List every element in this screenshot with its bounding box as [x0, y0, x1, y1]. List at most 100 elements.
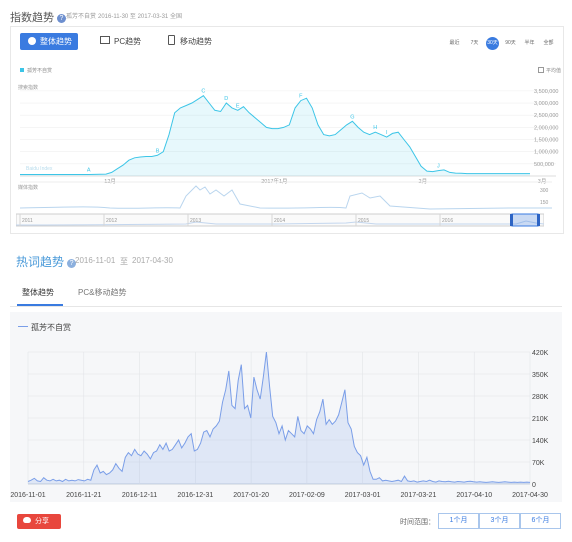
index-chart-svg: 搜索指数 500,000 1,000,000 1,500,000 2,000,000 2…: [18, 84, 558, 210]
hot-xtick-label: 2016-12-31: [177, 492, 213, 499]
mobile-icon: [168, 35, 175, 45]
hot-ytick-label: 350K: [532, 372, 549, 379]
share-button[interactable]: 分享: [17, 514, 61, 529]
hot-legend[interactable]: 孤芳不自赏: [18, 322, 71, 333]
annotation-marker: I: [386, 130, 388, 136]
hot-ytick-label: 140K: [532, 438, 549, 445]
hot-xtick-label: 2017-03-21: [401, 492, 437, 499]
hot-xtick-label: 2017-04-30: [512, 492, 548, 499]
index-ytick-label: 2,000,000: [534, 125, 558, 131]
hot-xtick-label: 2017-01-20: [233, 492, 269, 499]
series-legend[interactable]: 孤芳不自赏: [20, 67, 52, 74]
weibo-icon: [23, 517, 31, 523]
index-chart-ylabel: 搜索指数: [18, 84, 38, 91]
hot-ytick-label: 0: [532, 482, 536, 489]
range-half-year-button[interactable]: 半年: [523, 37, 536, 50]
index-ytick-label: 3,000,000: [534, 101, 558, 107]
hot-xtick-label: 2016-11-01: [10, 492, 45, 499]
timeline-year-label: 2013: [190, 218, 201, 224]
hot-x-ticks: 2016-11-01 2016-11-21 2016-12-11 2016-12-31…: [10, 492, 548, 499]
timeline-selection-window: [511, 213, 539, 227]
media-ytick-300: 300: [540, 188, 549, 194]
share-label: 分享: [35, 518, 49, 525]
hot-xtick-label: 2016-12-11: [122, 492, 157, 499]
range-6-month-button[interactable]: 6个月: [520, 513, 561, 529]
date-range-label: 2016-11-30 至 2017-03-31: [98, 14, 169, 20]
index-y-ticks: 500,000 1,000,000 1,500,000 2,000,000 2,500,…: [534, 89, 558, 168]
timeline-year-label: 2014: [274, 218, 285, 224]
index-ytick-label: 1,000,000: [534, 150, 558, 156]
hot-chart-svg: 070K140K210K280K350K420K 2016-11-01 2016-…: [10, 350, 549, 499]
time-range-label: 时间范围：: [400, 519, 435, 526]
range-3-month-button[interactable]: 3个月: [479, 513, 520, 529]
index-trend-title: 指数趋势?: [10, 9, 66, 25]
tab-pc-trend-label: PC趋势: [114, 37, 142, 46]
hot-y-ticks: 0 70K 140K 210K 280K 350K 420K: [532, 350, 549, 489]
tab-overall-trend-label: 整体趋势: [40, 37, 72, 46]
help-icon[interactable]: ?: [57, 14, 66, 23]
tab-mobile-trend-label: 移动趋势: [180, 37, 212, 46]
average-checkbox[interactable]: [538, 67, 544, 73]
legend-series-label: 孤芳不自赏: [27, 68, 53, 74]
overview-timeline[interactable]: 2011 2012 2013 2014 2015 2016: [16, 212, 544, 228]
timeline-left-handle: [510, 214, 513, 226]
index-ytick-label: 500,000: [534, 162, 554, 168]
timeline-year-label: 2012: [106, 218, 117, 224]
legend-line-icon: [18, 326, 28, 327]
annotation-marker: J: [437, 164, 440, 170]
keyword-label: 孤芳不自赏: [66, 14, 97, 20]
range-90d-button[interactable]: 90天: [504, 37, 517, 50]
hot-ytick-label: 210K: [532, 416, 549, 423]
average-toggle[interactable]: 平均值: [538, 67, 561, 74]
range-1-month-button[interactable]: 1个月: [438, 513, 479, 529]
index-xtick-label: 2017年1月: [261, 177, 287, 185]
annotation-marker: G: [350, 114, 354, 120]
range-all-button[interactable]: 全部: [542, 37, 555, 50]
annotation-marker: H: [373, 125, 377, 131]
timeline-right-handle: [537, 214, 540, 226]
annotation-marker: E: [236, 103, 240, 109]
annotation-marker: B: [156, 148, 160, 154]
tab-overall-trend[interactable]: 整体趋势: [20, 33, 78, 50]
legend-swatch: [20, 68, 24, 72]
index-trend-title-text: 指数趋势: [10, 12, 54, 24]
baidu-watermark: Baidu Index: [26, 166, 53, 172]
hot-xtick-label: 2016-11-21: [66, 492, 101, 499]
hot-ytick-label: 280K: [532, 394, 549, 401]
hot-xtick-label: 2017-03-01: [345, 492, 381, 499]
range-30d-button[interactable]: 30天: [486, 37, 499, 50]
hot-xtick-label: 2017-04-10: [456, 492, 492, 499]
timeline-year-label: 2015: [358, 218, 369, 224]
tab2-overall-trend[interactable]: 整体趋势: [22, 287, 54, 298]
tab2-divider: [10, 306, 562, 307]
hot-word-trend-title: 热词趋势?: [16, 253, 77, 270]
hot-legend-label: 孤芳不自赏: [31, 323, 71, 332]
index-x-ticks: 12月 2017年1月 2月 3月: [104, 177, 546, 185]
average-label: 平均值: [546, 68, 562, 74]
media-index-line: [19, 185, 552, 210]
tab2-pc-mobile-trend[interactable]: PC&移动趋势: [78, 287, 126, 298]
index-ytick-label: 3,500,000: [534, 89, 558, 95]
pie-chart-icon: [28, 37, 36, 45]
media-chart-ylabel: 媒体指数: [18, 184, 38, 191]
annotation-marker: C: [201, 89, 205, 95]
index-ytick-label: 2,500,000: [534, 113, 558, 119]
range-recent: 最近: [449, 40, 460, 46]
tab-pc-trend[interactable]: PC趋势: [100, 33, 141, 50]
annotation-marker: D: [224, 96, 228, 102]
annotation-marker: A: [87, 168, 91, 174]
hot-ytick-label: 70K: [532, 460, 545, 467]
hot-date-to: 2017-04-30: [132, 256, 173, 265]
tab-mobile-trend[interactable]: 移动趋势: [168, 33, 212, 50]
timeline-year-label: 2011: [22, 218, 33, 224]
monitor-icon: [100, 36, 110, 44]
range-7d-button[interactable]: 7天: [468, 37, 481, 50]
hot-ytick-label: 420K: [532, 350, 549, 357]
timeline-year-label: 2016: [442, 218, 453, 224]
hot-date-from: 2016-11-01: [75, 256, 116, 265]
region-label: 全国: [170, 14, 183, 20]
annotation-marker: F: [299, 94, 303, 100]
hot-date-sep: 至: [120, 257, 128, 266]
hot-xtick-label: 2017-02-09: [289, 492, 325, 499]
media-ytick-150: 150: [540, 200, 549, 206]
